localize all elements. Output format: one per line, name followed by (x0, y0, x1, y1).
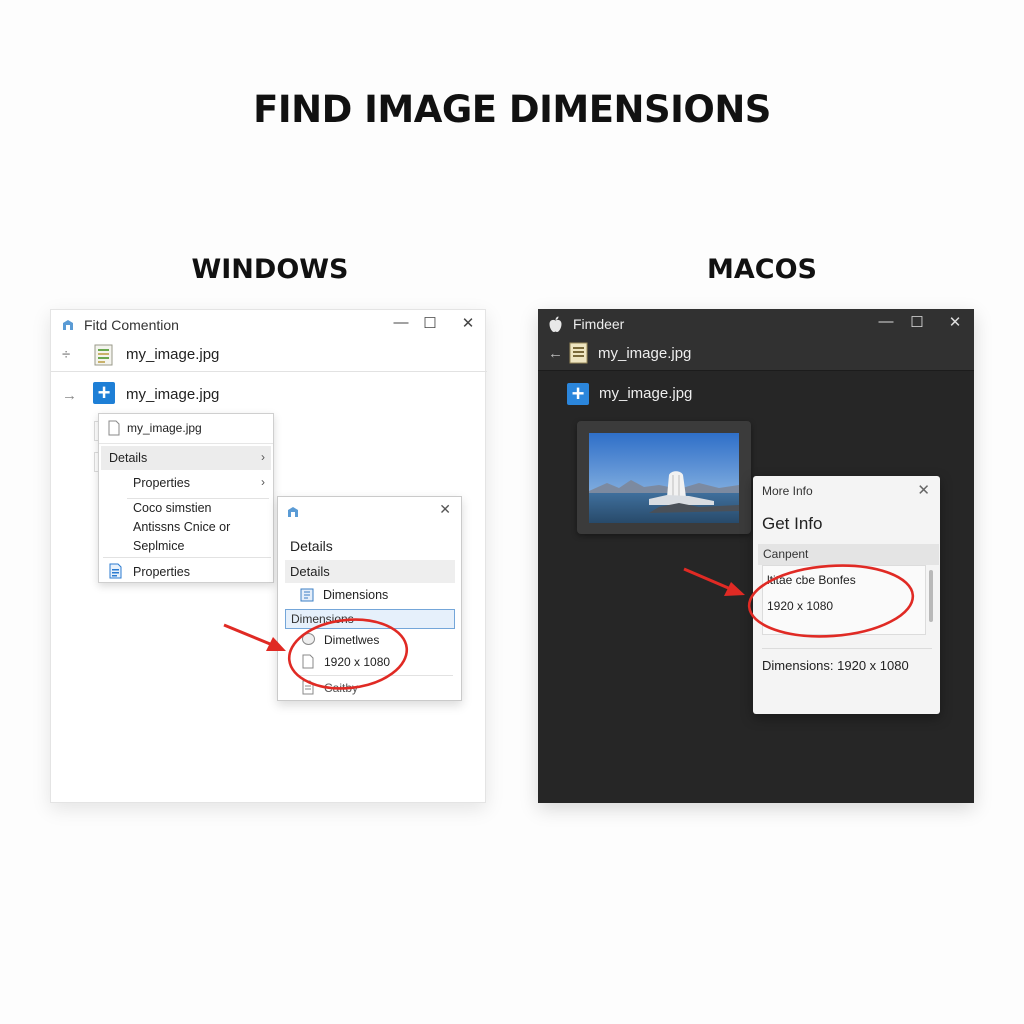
back-arrow-icon[interactable]: ← (548, 345, 563, 362)
menu-separator (127, 498, 269, 499)
context-menu-file-name: my_image.jpg (127, 421, 202, 435)
close-button[interactable]: ✕ (945, 313, 965, 331)
address-bar[interactable]: ÷ my_image.jpg (51, 340, 487, 372)
context-menu: my_image.jpg Details › Properties › Coco… (98, 413, 274, 583)
get-info-panel: More Info ✕ Get Info Canpent ltitae cbe … (753, 476, 940, 714)
menu-description-line: Antissns Cnice or (133, 520, 231, 534)
chevron-right-icon: › (261, 450, 265, 464)
app-icon (63, 320, 73, 330)
file-name: my_image.jpg (599, 385, 693, 402)
path-file-name: my_image.jpg (126, 346, 220, 363)
page-icon (302, 680, 314, 695)
panel-title: More Info (762, 484, 813, 498)
image-file-icon: + (93, 382, 115, 404)
properties-dialog: ✕ Details Details Dimensions Dimensions … (277, 496, 462, 701)
section-label: Canpent (763, 547, 809, 561)
dimensions-value: 1920 x 1080 (767, 599, 834, 613)
menu-description-line: Seplmice (133, 539, 185, 553)
dimensions-summary: Dimensions: 1920 x 1080 (762, 658, 909, 673)
divider (298, 675, 453, 676)
windows-heading: WINDOWS (191, 254, 349, 285)
page-icon (108, 420, 120, 436)
dimensions-value: 1920 x 1080 (324, 655, 391, 669)
menu-separator (103, 557, 271, 558)
minimize-button[interactable]: — (391, 314, 411, 331)
file-name: my_image.jpg (126, 386, 220, 403)
context-menu-header: my_image.jpg (99, 414, 273, 444)
image-thumbnail[interactable] (577, 421, 751, 534)
chevron-right-icon: › (261, 475, 265, 489)
window-title: Fimdeer (573, 316, 625, 332)
apple-logo-icon (549, 316, 562, 332)
menu-item-properties-footer[interactable]: Properties (133, 565, 190, 579)
dialog-app-icon (288, 507, 298, 517)
dimensions-selected-row[interactable]: Dimensions (285, 609, 455, 629)
image-file-icon: + (567, 383, 589, 405)
window-title: Fitd Comention (84, 317, 179, 333)
maximize-button[interactable]: ☐ (420, 314, 440, 332)
property-label: Dimetlwes (324, 633, 380, 647)
path-file-name: my_image.jpg (598, 345, 692, 362)
close-icon[interactable]: ✕ (917, 481, 930, 499)
page-icon (302, 654, 314, 669)
radio-icon (302, 633, 315, 645)
info-text-box: ltitae cbe Bonfes 1920 x 1080 (762, 565, 926, 635)
minimize-button[interactable]: — (876, 313, 896, 330)
close-button[interactable]: ✕ (458, 314, 478, 332)
menu-description-line: Coco simstien (133, 501, 212, 515)
selected-row-label: Dimensions (291, 612, 354, 626)
menu-item-properties[interactable]: Properties (133, 476, 190, 490)
back-arrow-icon[interactable]: ÷ (62, 346, 70, 363)
dialog-close-icon[interactable]: ✕ (439, 501, 451, 518)
expand-arrow-icon[interactable]: → (62, 387, 77, 404)
macos-heading: MACOS (707, 254, 817, 285)
maximize-button[interactable]: ☐ (907, 313, 927, 331)
get-info-heading: Get Info (762, 514, 823, 533)
dialog-title: Details (290, 538, 333, 554)
menu-item-details[interactable]: Details (109, 451, 147, 465)
info-line: ltitae cbe Bonfes (767, 573, 856, 587)
section-header[interactable]: Canpent (758, 544, 939, 565)
page-title: FIND IMAGE DIMENSIONS (253, 88, 771, 131)
dimensions-icon (300, 588, 314, 602)
document-file-icon (569, 342, 588, 364)
dimensions-row-label: Dimensions (323, 588, 389, 602)
properties-icon (109, 563, 122, 579)
scrollbar[interactable] (929, 570, 933, 622)
property-label-partial: Caitby (324, 681, 359, 695)
landscape-photo (589, 433, 739, 523)
tab-label: Details (290, 564, 330, 579)
document-file-icon (94, 344, 113, 366)
divider (762, 648, 932, 649)
tab-details[interactable]: Details (285, 560, 455, 583)
